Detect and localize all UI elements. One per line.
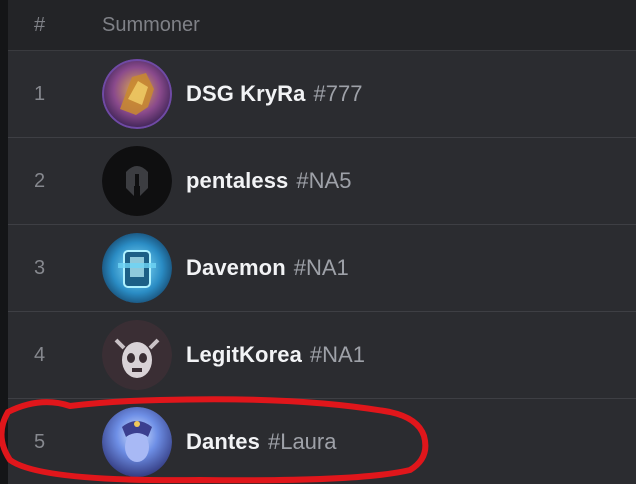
leaderboard-frame: # Summoner 1 DSG KryRa #777 2 pentaless … xyxy=(0,0,636,484)
table-row[interactable]: 2 pentaless #NA5 xyxy=(8,138,636,225)
rank-number: 5 xyxy=(34,430,46,453)
table-row[interactable]: 5 Dantes #Laura xyxy=(8,399,636,484)
rank-number: 1 xyxy=(34,82,46,105)
summoner-name[interactable]: Dantes xyxy=(186,429,260,455)
summoner-name[interactable]: pentaless xyxy=(186,168,288,194)
skull-mask-icon[interactable] xyxy=(102,320,172,390)
summoner-tag: #Laura xyxy=(267,429,337,454)
summoner-leaderboard-table: # Summoner 1 DSG KryRa #777 2 pentaless … xyxy=(8,0,636,484)
blue-totem-icon[interactable] xyxy=(102,233,172,303)
summoner-tag: #777 xyxy=(313,81,363,106)
summoner-tag: #NA1 xyxy=(309,342,365,367)
table-row[interactable]: 3 Davemon #NA1 xyxy=(8,225,636,312)
table-row[interactable]: 1 DSG KryRa #777 xyxy=(8,51,636,138)
summoner-name[interactable]: Davemon xyxy=(186,255,286,281)
spartan-helmet-icon[interactable] xyxy=(102,146,172,216)
summoner-name[interactable]: DSG KryRa xyxy=(186,81,306,107)
rank-column-header[interactable]: # xyxy=(8,14,94,37)
summoner-name[interactable]: LegitKorea xyxy=(186,342,302,368)
summoner-tag: #NA5 xyxy=(296,168,352,193)
rank-number: 2 xyxy=(34,169,46,192)
golden-champion-icon[interactable] xyxy=(102,59,172,129)
table-header: # Summoner xyxy=(8,0,636,51)
blue-sorceress-icon[interactable] xyxy=(102,407,172,477)
rank-number: 4 xyxy=(34,343,46,366)
table-row[interactable]: 4 LegitKorea #NA1 xyxy=(8,312,636,399)
summoner-tag: #NA1 xyxy=(293,255,349,280)
summoner-column-header[interactable]: Summoner xyxy=(94,14,200,37)
rank-number: 3 xyxy=(34,256,46,279)
left-gutter xyxy=(0,0,8,484)
